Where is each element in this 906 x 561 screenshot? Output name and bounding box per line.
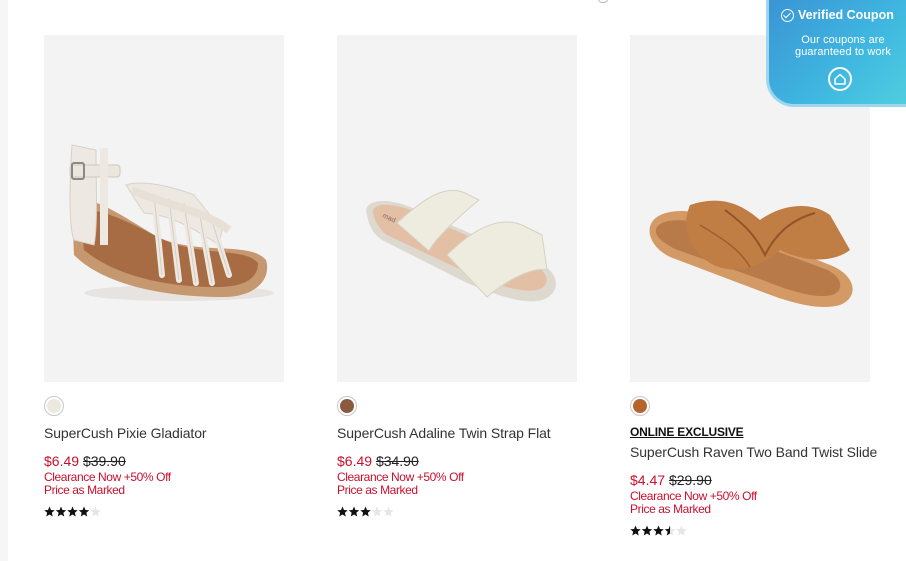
product-card-adaline-twin-strap[interactable]: mad SuperCush Adaline Twin Strap Flat $6…	[337, 35, 597, 518]
star-icon	[360, 506, 371, 517]
star-icon	[90, 506, 101, 517]
sale-price: $4.47	[630, 472, 666, 488]
star-icon	[630, 525, 641, 536]
promo-note: Price as Marked	[630, 502, 711, 516]
product-card-pixie-gladiator[interactable]: SuperCush Pixie Gladiator $6.49 $39.90 C…	[44, 35, 304, 518]
coupon-title: Verified Coupon	[798, 8, 894, 22]
color-swatch[interactable]	[44, 396, 64, 416]
product-name[interactable]: SuperCush Adaline Twin Strap Flat	[337, 425, 597, 441]
star-icon	[78, 506, 90, 517]
star-rating	[337, 506, 597, 518]
star-icon	[55, 506, 67, 517]
star-rating-graphic	[630, 525, 687, 536]
twin-strap-slide-image: mad	[366, 189, 556, 302]
star-rating	[630, 525, 890, 537]
color-swatch[interactable]	[630, 396, 650, 416]
product-name[interactable]: SuperCush Pixie Gladiator	[44, 425, 304, 441]
original-price: $34.90	[375, 453, 419, 469]
product-card-raven-twist-slide[interactable]: ONLINE EXCLUSIVE SuperCush Raven Two Ban…	[630, 35, 890, 537]
sale-price: $6.49	[44, 453, 80, 469]
color-swatch[interactable]	[337, 396, 357, 416]
price-row: $4.47 $29.90	[630, 472, 890, 488]
verified-coupon-banner[interactable]: Verified Coupon Our coupons are guarante…	[766, 0, 906, 107]
partial-glyph-top	[598, 0, 608, 3]
price-row: $6.49 $39.90	[44, 453, 304, 469]
gladiator-sandal-image	[69, 144, 274, 301]
original-price: $39.90	[82, 453, 126, 469]
star-icon	[348, 506, 360, 517]
star-icon	[337, 506, 348, 517]
original-price: $29.90	[668, 472, 712, 488]
product-name[interactable]: SuperCush Raven Two Band Twist Slide	[630, 444, 890, 460]
star-icon	[371, 506, 383, 517]
star-icon	[676, 525, 687, 536]
product-image[interactable]	[44, 35, 284, 382]
star-rating-graphic	[44, 506, 101, 517]
coupon-title-row: Verified Coupon	[781, 8, 894, 22]
promo-note: Price as Marked	[44, 483, 125, 497]
price-row: $6.49 $34.90	[337, 453, 597, 469]
page-left-edge	[0, 0, 8, 561]
star-icon	[44, 506, 55, 517]
product-image[interactable]: mad	[337, 35, 577, 382]
star-icon	[653, 525, 664, 536]
star-icon	[641, 525, 653, 536]
sale-price: $6.49	[337, 453, 373, 469]
promo-note: Price as Marked	[337, 483, 418, 497]
star-icon	[664, 525, 676, 536]
star-rating	[44, 506, 304, 518]
coupon-subtitle: Our coupons are guaranteed to work	[795, 34, 891, 58]
check-circle-icon	[781, 8, 794, 22]
star-icon	[67, 506, 78, 517]
house-logo-icon[interactable]	[828, 67, 852, 91]
star-rating-graphic	[337, 506, 394, 517]
exclusive-label: ONLINE EXCLUSIVE	[630, 425, 744, 439]
star-icon	[383, 506, 394, 517]
